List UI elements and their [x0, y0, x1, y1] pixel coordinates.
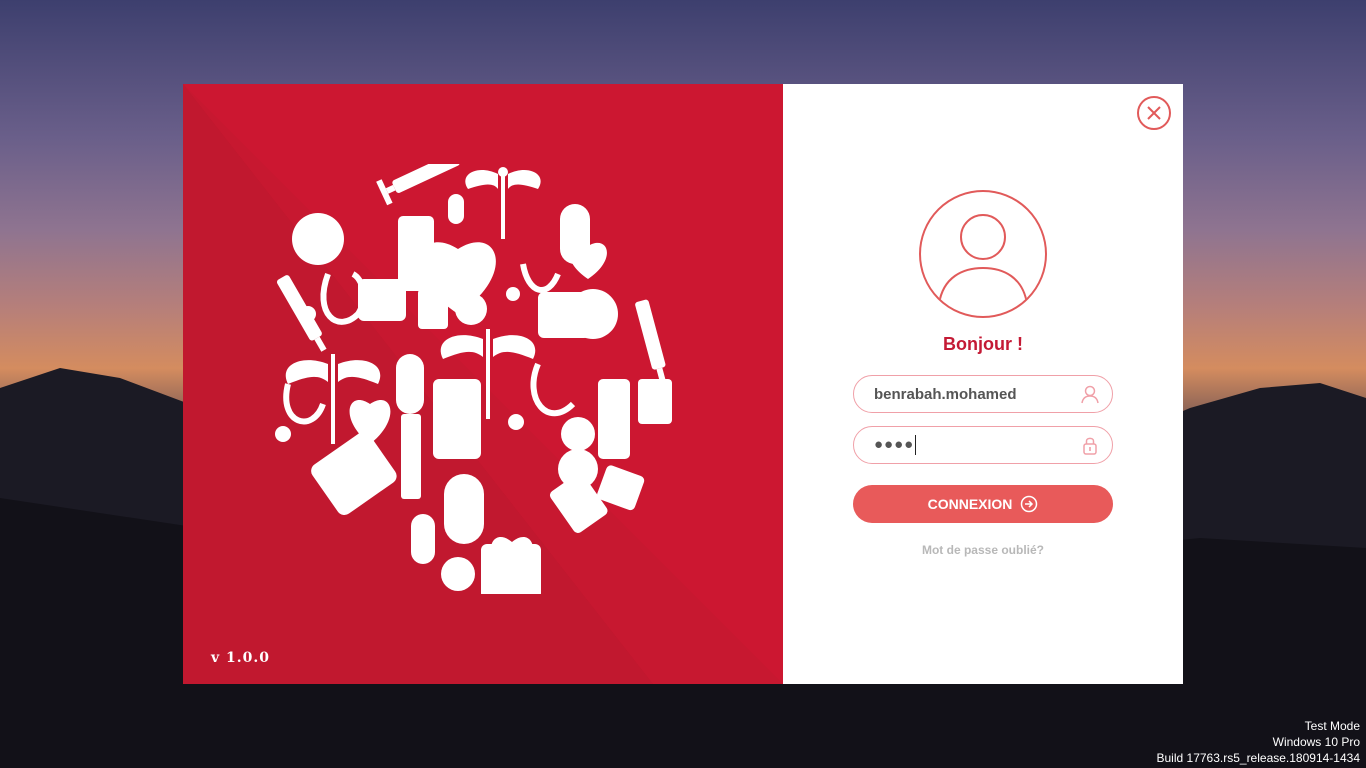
- watermark-edition: Windows 10 Pro: [1272, 735, 1360, 749]
- login-button[interactable]: CONNEXION: [853, 485, 1113, 523]
- password-input[interactable]: ●●●●: [854, 435, 917, 455]
- close-button[interactable]: [1137, 96, 1171, 130]
- user-avatar-icon: [938, 214, 1028, 305]
- illustration-panel: v 1.0.0: [183, 84, 783, 684]
- close-icon: [1147, 106, 1161, 120]
- watermark-mode: Test Mode: [1304, 719, 1360, 733]
- text-caret: [915, 435, 917, 455]
- sign-in-icon: [1021, 495, 1038, 513]
- username-input[interactable]: [854, 384, 1076, 404]
- windows-watermark: Test Mode Windows 10 Pro Build 17763.rs5…: [1157, 718, 1361, 766]
- password-field[interactable]: ●●●●: [853, 426, 1113, 464]
- username-field[interactable]: [853, 375, 1113, 413]
- login-panel: Bonjour ! ●●●● CONNEXION Mot de passe: [783, 84, 1183, 684]
- user-icon: [1081, 385, 1099, 404]
- user-avatar: [919, 190, 1047, 318]
- login-button-label: CONNEXION: [927, 496, 1013, 512]
- password-masked-value: ●●●●: [874, 435, 915, 453]
- watermark-build: Build 17763.rs5_release.180914-1434: [1156, 751, 1361, 765]
- version-label: v 1.0.0: [211, 650, 270, 666]
- greeting-title: Bonjour !: [943, 334, 1023, 354]
- lock-icon: [1083, 437, 1097, 455]
- medical-icons-illustration: [275, 164, 672, 594]
- login-dialog: v 1.0.0 Bonjour ! ●●●●: [183, 84, 1183, 684]
- forgot-password-link[interactable]: Mot de passe oublié?: [783, 543, 1183, 557]
